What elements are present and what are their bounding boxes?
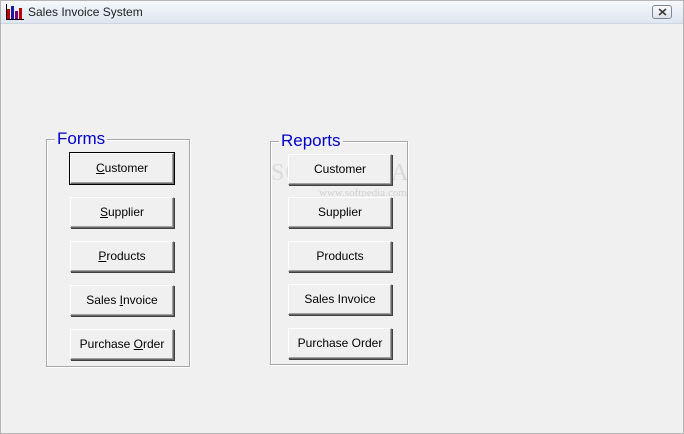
forms-group-legend: Forms (55, 129, 108, 148)
forms-supplier-button[interactable]: Supplier (70, 197, 174, 228)
reports-sales-invoice-button[interactable]: Sales Invoice (288, 284, 392, 315)
title-bar[interactable]: Sales Invoice System (1, 1, 683, 24)
forms-purchase-order-button[interactable]: Purchase Order (70, 329, 174, 360)
reports-group-legend: Reports (279, 131, 343, 150)
window-title: Sales Invoice System (28, 5, 143, 19)
forms-customer-button[interactable]: Customer (69, 152, 175, 185)
forms-sales-invoice-button[interactable]: Sales Invoice (70, 285, 174, 316)
close-icon (658, 8, 667, 16)
reports-products-button[interactable]: Products (288, 241, 392, 272)
reports-customer-button[interactable]: Customer (288, 154, 392, 185)
main-window: Sales Invoice System Forms Customer Supp… (0, 0, 684, 434)
close-button[interactable] (652, 5, 672, 19)
reports-supplier-button[interactable]: Supplier (288, 197, 392, 228)
bar-chart-app-icon (6, 4, 24, 20)
reports-purchase-order-button[interactable]: Purchase Order (288, 328, 392, 359)
forms-products-button[interactable]: Products (70, 241, 174, 272)
